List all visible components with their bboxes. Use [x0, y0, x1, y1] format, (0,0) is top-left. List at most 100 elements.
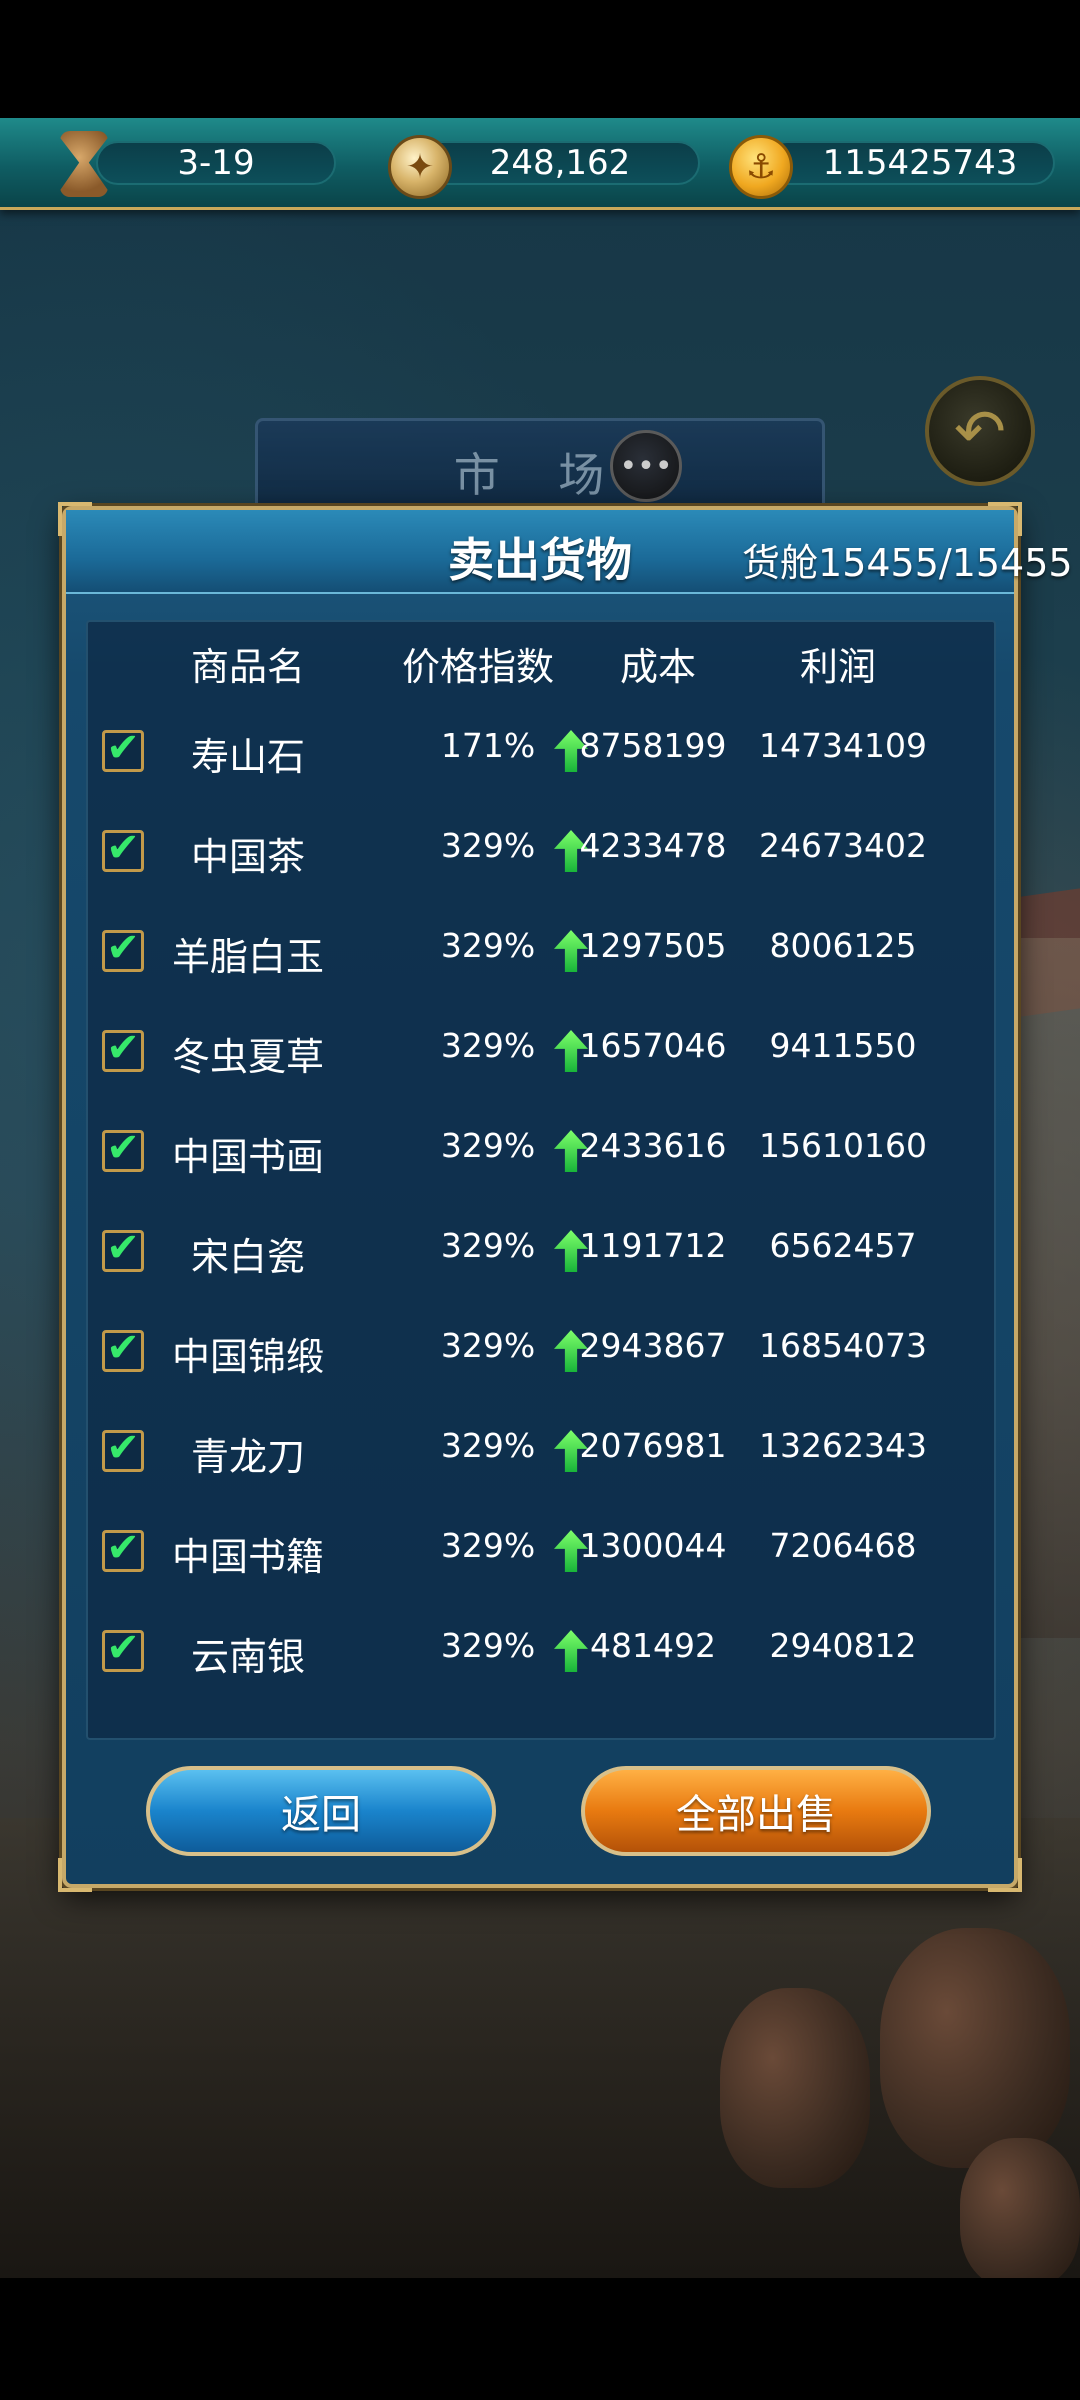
resource-bar: 3-19 248,162 115425743: [0, 118, 1080, 210]
table-row[interactable]: ✔ 冬虫夏草 329% 1657046 9411550: [88, 1002, 994, 1102]
goods-cost: 481492: [590, 1626, 716, 1665]
checkmark-icon: ✔: [106, 1625, 140, 1671]
back-button[interactable]: 返回: [146, 1766, 496, 1856]
sell-all-button[interactable]: 全部出售: [581, 1766, 931, 1856]
table-row[interactable]: ✔ 寿山石 171% 8758199 14734109: [88, 702, 994, 802]
corner-ornament: [58, 1858, 92, 1892]
market-title: 市 场: [453, 448, 627, 502]
goods-cost: 2943867: [579, 1326, 727, 1365]
header-price-index: 价格指数: [401, 645, 554, 689]
goods-profit: 8006125: [769, 926, 917, 965]
price-index: 329%: [440, 1526, 536, 1565]
checkmark-icon: ✔: [106, 1125, 140, 1171]
cargo-value: 15455/15455: [818, 541, 1073, 585]
table-row[interactable]: ✔ 宋白瓷 329% 1191712 6562457: [88, 1202, 994, 1302]
table-row[interactable]: ✔ 中国茶 329% 4233478 24673402: [88, 802, 994, 902]
reputation-counter: 248,162: [380, 135, 700, 199]
price-index: 329%: [440, 1626, 536, 1665]
reputation-pill: 248,162: [420, 141, 700, 185]
market-header-tab: 市 场: [255, 418, 825, 518]
sell-goods-dialog: 卖出货物 货舱15455/15455 商品名 价格指数 成本 利润 ✔ 寿山石 …: [58, 502, 1073, 1892]
goods-cost: 2433616: [579, 1126, 727, 1165]
price-index: 329%: [440, 1126, 536, 1165]
cargo-label: 货舱: [742, 541, 819, 585]
goods-name: 中国茶: [190, 835, 305, 879]
goods-name: 羊脂白玉: [171, 935, 324, 979]
checkmark-icon: ✔: [106, 1525, 140, 1571]
checkmark-icon: ✔: [106, 825, 140, 871]
gold-pill: 115425743: [765, 141, 1055, 185]
price-index: 329%: [440, 926, 536, 965]
status-bar: [0, 0, 1080, 118]
price-index: 329%: [440, 1426, 536, 1465]
return-arrow-icon[interactable]: ↶: [925, 376, 1035, 486]
gold-value: 115425743: [822, 143, 1018, 183]
table-row[interactable]: ✔ 羊脂白玉 329% 1297505 8006125: [88, 902, 994, 1002]
header-profit: 利润: [799, 645, 876, 689]
goods-profit: 15610160: [759, 1126, 927, 1165]
row-checkbox[interactable]: ✔: [102, 1625, 144, 1672]
price-index: 329%: [440, 1326, 536, 1365]
table-row[interactable]: ✔ 中国书画 329% 2433616 15610160: [88, 1102, 994, 1202]
goods-profit: 14734109: [759, 726, 927, 765]
table-row[interactable]: ✔ 云南银 329% 481492 2940812: [88, 1602, 994, 1702]
price-index: 329%: [440, 826, 536, 865]
checkmark-icon: ✔: [106, 1025, 140, 1071]
goods-cost: 4233478: [579, 826, 727, 865]
checkmark-icon: ✔: [106, 1325, 140, 1371]
row-checkbox[interactable]: ✔: [102, 1225, 144, 1272]
dialog-header: 卖出货物 货舱15455/15455: [66, 510, 1073, 594]
reputation-value: 248,162: [489, 143, 631, 183]
goods-name: 云南银: [190, 1635, 305, 1679]
date-pill: 3-19: [96, 141, 336, 185]
row-checkbox[interactable]: ✔: [102, 725, 144, 772]
goods-cost: 1191712: [579, 1226, 727, 1265]
goods-name: 青龙刀: [190, 1435, 305, 1479]
row-checkbox[interactable]: ✔: [102, 1025, 144, 1072]
checkmark-icon: ✔: [106, 725, 140, 771]
row-checkbox[interactable]: ✔: [102, 1325, 144, 1372]
row-checkbox[interactable]: ✔: [102, 1125, 144, 1172]
table-row[interactable]: ✔ 青龙刀 329% 2076981 13262343: [88, 1402, 994, 1502]
header-name: 商品名: [190, 645, 305, 689]
goods-cost: 2076981: [579, 1426, 727, 1465]
clay-jar: [960, 2138, 1080, 2278]
checkmark-icon: ✔: [106, 1225, 140, 1271]
row-checkbox[interactable]: ✔: [102, 1425, 144, 1472]
goods-table: 商品名 价格指数 成本 利润 ✔ 寿山石 171% 8758199 147341…: [86, 620, 996, 1740]
goods-profit: 2940812: [769, 1626, 917, 1665]
goods-cost: 1657046: [579, 1026, 727, 1065]
goods-profit: 6562457: [769, 1226, 917, 1265]
navigation-bar: [0, 2278, 1080, 2400]
goods-name: 寿山石: [190, 735, 305, 779]
table-header: 商品名 价格指数 成本 利润: [88, 622, 994, 702]
clay-jar: [720, 1988, 870, 2188]
row-checkbox[interactable]: ✔: [102, 928, 144, 972]
price-index: 171%: [440, 726, 536, 765]
date-value: 3-19: [177, 143, 255, 183]
header-cost: 成本: [619, 645, 696, 689]
goods-profit: 7206468: [769, 1526, 917, 1565]
goods-name: 中国锦缎: [171, 1335, 324, 1379]
table-row[interactable]: ✔ 中国锦缎 329% 2943867 16854073: [88, 1302, 994, 1402]
corner-ornament: [988, 1858, 1022, 1892]
goods-name: 宋白瓷: [190, 1235, 305, 1279]
compass-icon: [388, 135, 452, 199]
clay-jar: [880, 1928, 1070, 2168]
goods-profit: 9411550: [769, 1026, 917, 1065]
goods-profit: 13262343: [759, 1426, 927, 1465]
row-checkbox[interactable]: ✔: [102, 1525, 144, 1572]
table-row[interactable]: ✔ 中国书籍 329% 1300044 7206468: [88, 1502, 994, 1602]
checkmark-icon: ✔: [106, 1425, 140, 1471]
chat-icon[interactable]: •••: [610, 430, 682, 502]
date-counter: 3-19: [50, 131, 350, 197]
goods-cost: 8758199: [579, 726, 727, 765]
goods-cost: 1300044: [579, 1526, 727, 1565]
row-checkbox[interactable]: ✔: [102, 825, 144, 872]
goods-profit: 24673402: [759, 826, 927, 865]
cargo-capacity: 货舱15455/15455: [742, 532, 1073, 587]
price-index: 329%: [440, 1226, 536, 1265]
gold-counter: 115425743: [725, 135, 1055, 199]
goods-cost: 1297505: [579, 926, 727, 965]
goods-name: 中国书画: [171, 1135, 324, 1179]
